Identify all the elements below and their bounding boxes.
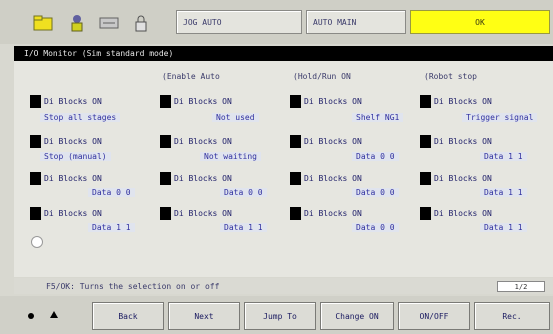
status-dot-icon bbox=[28, 313, 34, 319]
message-line: F5/OK: Turns the selection on or off bbox=[14, 278, 553, 294]
signal-indicator[interactable] bbox=[290, 172, 301, 185]
signal-indicator[interactable] bbox=[30, 135, 41, 148]
signal-label: Di Blocks ON bbox=[304, 97, 362, 106]
signal-indicator[interactable] bbox=[420, 172, 431, 185]
signal-indicator[interactable] bbox=[290, 95, 301, 108]
on-off-button[interactable]: ON/OFF bbox=[398, 302, 470, 330]
signal-description: Stop (manual) bbox=[40, 152, 111, 161]
signal-description: Data 0 0 bbox=[220, 188, 267, 197]
signal-indicator[interactable] bbox=[160, 135, 171, 148]
signal-description: Data 1 1 bbox=[480, 152, 527, 161]
signal-description: Data 0 0 bbox=[352, 223, 399, 232]
legend-robot-stop: (Robot stop bbox=[424, 72, 477, 81]
signal-indicator[interactable] bbox=[420, 135, 431, 148]
signal-description: Stop all stages bbox=[40, 113, 121, 122]
mode-field[interactable]: JOG AUTO bbox=[176, 10, 302, 34]
signal-label: Di Blocks ON bbox=[304, 174, 362, 183]
signal-indicator[interactable] bbox=[30, 207, 41, 220]
back-button[interactable]: Back bbox=[92, 302, 164, 330]
jump-to-button[interactable]: Jump To bbox=[244, 302, 316, 330]
signal-indicator[interactable] bbox=[160, 172, 171, 185]
signal-label: Di Blocks ON bbox=[174, 137, 232, 146]
robot-icon[interactable] bbox=[66, 12, 88, 34]
signal-indicator[interactable] bbox=[30, 95, 41, 108]
program-field[interactable]: AUTO MAIN bbox=[306, 10, 406, 34]
signal-description: Trigger signal bbox=[462, 113, 538, 122]
page-indicator: 1/2 bbox=[497, 281, 545, 292]
signal-indicator[interactable] bbox=[420, 95, 431, 108]
signal-description: Data 1 1 bbox=[480, 223, 527, 232]
signal-indicator[interactable] bbox=[290, 135, 301, 148]
io-panel bbox=[14, 61, 553, 277]
signal-label: Di Blocks ON bbox=[434, 174, 492, 183]
signal-description: Data 0 0 bbox=[352, 188, 399, 197]
signal-label: Di Blocks ON bbox=[174, 97, 232, 106]
signal-label: Di Blocks ON bbox=[44, 97, 102, 106]
signal-label: Di Blocks ON bbox=[174, 174, 232, 183]
window-title: I/O Monitor (Sim standard mode) bbox=[14, 46, 553, 61]
signal-description: Data 0 0 bbox=[88, 188, 135, 197]
legend-hold-run: (Hold/Run ON bbox=[293, 72, 351, 81]
keyboard-icon[interactable] bbox=[98, 12, 120, 34]
triangle-up-icon bbox=[50, 311, 58, 318]
change-on-button[interactable]: Change ON bbox=[320, 302, 394, 330]
record-button[interactable]: Rec. bbox=[474, 302, 550, 330]
yellow-folder-icon[interactable] bbox=[32, 12, 54, 34]
status-indicator: OK bbox=[410, 10, 550, 34]
signal-indicator[interactable] bbox=[30, 172, 41, 185]
signal-description: Not used bbox=[212, 113, 259, 122]
signal-description: Data 1 1 bbox=[88, 223, 135, 232]
signal-label: Di Blocks ON bbox=[304, 137, 362, 146]
signal-description: Data 0 0 bbox=[352, 152, 399, 161]
signal-description: Not waiting bbox=[200, 152, 261, 161]
signal-label: Di Blocks ON bbox=[44, 137, 102, 146]
signal-label: Di Blocks ON bbox=[174, 209, 232, 218]
signal-description: Shelf NG1 bbox=[352, 113, 404, 122]
signal-label: Di Blocks ON bbox=[434, 137, 492, 146]
signal-indicator[interactable] bbox=[290, 207, 301, 220]
signal-indicator[interactable] bbox=[160, 95, 171, 108]
radio-option[interactable] bbox=[31, 236, 43, 248]
next-button[interactable]: Next bbox=[168, 302, 240, 330]
signal-description: Data 1 1 bbox=[480, 188, 527, 197]
signal-label: Di Blocks ON bbox=[434, 209, 492, 218]
signal-label: Di Blocks ON bbox=[44, 174, 102, 183]
signal-label: Di Blocks ON bbox=[44, 209, 102, 218]
signal-label: Di Blocks ON bbox=[434, 97, 492, 106]
signal-indicator[interactable] bbox=[160, 207, 171, 220]
lock-icon[interactable] bbox=[130, 12, 152, 34]
signal-description: Data 1 1 bbox=[220, 223, 267, 232]
legend-enable-auto: (Enable Auto bbox=[162, 72, 220, 81]
signal-label: Di Blocks ON bbox=[304, 209, 362, 218]
signal-indicator[interactable] bbox=[420, 207, 431, 220]
